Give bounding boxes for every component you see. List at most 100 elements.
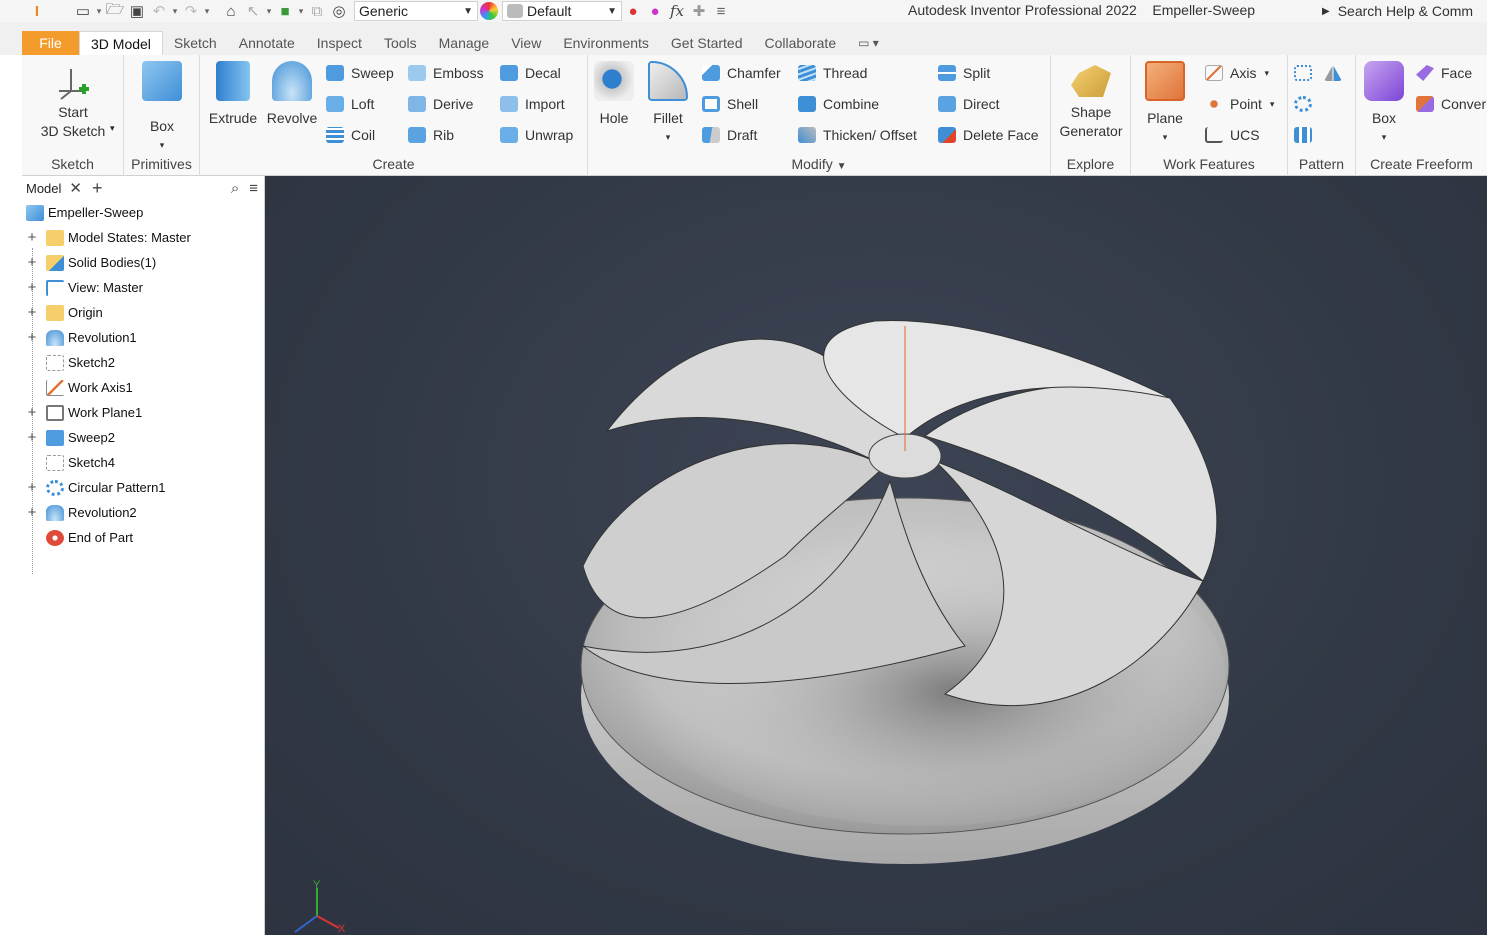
tree-node-model-states[interactable]: + Model States: Master — [22, 225, 264, 250]
tab-tools[interactable]: Tools — [373, 31, 428, 55]
redo-dropdown-icon[interactable]: ▾ — [202, 6, 212, 17]
view-triad[interactable]: Y X — [294, 879, 346, 935]
undo-dropdown-icon[interactable]: ▾ — [170, 6, 180, 17]
import-button[interactable]: Import — [500, 92, 565, 116]
new-file-icon[interactable]: ▭ — [72, 1, 94, 21]
tree-node-view[interactable]: + View: Master — [22, 275, 264, 300]
tree-node-end-of-part[interactable]: End of Part — [22, 525, 264, 550]
tab-manage[interactable]: Manage — [428, 31, 501, 55]
box-primitive-button[interactable]: Box ▾ — [140, 61, 184, 155]
ribbon-display-toggle-icon[interactable]: ▭ ▾ — [847, 31, 890, 55]
extrude-button[interactable]: Extrude — [206, 61, 260, 128]
panel-title-modify[interactable]: Modify ▼ — [588, 156, 1050, 172]
expand-icon[interactable]: + — [26, 304, 38, 321]
graphics-viewport[interactable]: Y X — [265, 176, 1487, 935]
update-dropdown-icon[interactable]: ▾ — [296, 6, 306, 17]
search-help-box[interactable]: ▶ Search Help & Comm — [1322, 1, 1487, 21]
plane-button[interactable]: Plane ▾ — [1139, 61, 1191, 147]
point-button[interactable]: Point ▾ — [1205, 92, 1274, 116]
tree-node-sweep2[interactable]: + Sweep2 — [22, 425, 264, 450]
thicken-offset-button[interactable]: Thicken/ Offset — [798, 123, 917, 147]
undo-icon[interactable]: ↶ — [148, 1, 170, 21]
tab-collaborate[interactable]: Collaborate — [754, 31, 848, 55]
save-icon[interactable]: ▣ — [126, 1, 148, 21]
expand-icon[interactable]: + — [26, 404, 38, 421]
circular-pattern-button[interactable] — [1294, 92, 1319, 116]
emboss-button[interactable]: Emboss — [408, 61, 484, 85]
impeller-model[interactable]: Y X — [265, 176, 1487, 935]
tab-environments[interactable]: Environments — [552, 31, 660, 55]
tree-node-sketch4[interactable]: Sketch4 — [22, 450, 264, 475]
expand-icon[interactable]: + — [26, 279, 38, 296]
direct-button[interactable]: Direct — [938, 92, 1000, 116]
decal-button[interactable]: Decal — [500, 61, 561, 85]
customize-qat-icon[interactable]: ≡ — [710, 1, 732, 21]
box-dropdown-icon[interactable]: ▾ — [160, 136, 165, 155]
combine-button[interactable]: Combine — [798, 92, 879, 116]
tree-node-revolution2[interactable]: + Revolution2 — [22, 500, 264, 525]
start-dropdown-icon[interactable]: ▾ — [110, 123, 115, 134]
add-icon[interactable]: ✚ — [688, 1, 710, 21]
expand-icon[interactable]: + — [26, 229, 38, 246]
tab-file[interactable]: File — [22, 31, 79, 55]
point-dropdown-icon[interactable]: ▾ — [1270, 99, 1275, 110]
tree-node-root[interactable]: Empeller-Sweep — [22, 200, 264, 225]
parameters-icon[interactable]: fx — [666, 1, 688, 21]
expand-icon[interactable]: + — [26, 504, 38, 521]
freeform-box-dropdown-icon[interactable]: ▾ — [1382, 128, 1387, 147]
sweep-button[interactable]: Sweep — [326, 61, 394, 85]
coil-button[interactable]: Coil — [326, 123, 375, 147]
derive-button[interactable]: Derive — [408, 92, 473, 116]
tree-node-work-axis1[interactable]: Work Axis1 — [22, 375, 264, 400]
clear-appearance-icon[interactable]: ● — [644, 1, 666, 21]
plane-dropdown-icon[interactable]: ▾ — [1163, 128, 1168, 147]
hole-button[interactable]: Hole — [592, 61, 636, 128]
fillet-button[interactable]: Fillet ▾ — [644, 61, 692, 147]
open-icon[interactable]: 🗁 — [104, 1, 126, 21]
tab-get-started[interactable]: Get Started — [660, 31, 754, 55]
tree-node-solid-bodies[interactable]: + Solid Bodies(1) — [22, 250, 264, 275]
shell-button[interactable]: Shell — [702, 92, 758, 116]
tab-inspect[interactable]: Inspect — [306, 31, 373, 55]
new-dropdown-icon[interactable]: ▾ — [94, 6, 104, 17]
freeform-face-button[interactable]: Face — [1416, 61, 1472, 85]
tree-node-sketch2[interactable]: Sketch2 — [22, 350, 264, 375]
add-browser-icon[interactable]: + — [92, 178, 103, 199]
inventor-logo-icon[interactable]: I — [26, 1, 48, 21]
chamfer-button[interactable]: Chamfer — [702, 61, 781, 85]
expand-icon[interactable]: + — [26, 429, 38, 446]
color-wheel-icon[interactable] — [480, 2, 498, 20]
split-button[interactable]: Split — [938, 61, 990, 85]
thread-button[interactable]: Thread — [798, 61, 867, 85]
fillet-dropdown-icon[interactable]: ▾ — [666, 128, 671, 147]
ucs-button[interactable]: UCS — [1205, 123, 1260, 147]
home-icon[interactable]: ⌂ — [220, 1, 242, 21]
mirror-button[interactable] — [1324, 61, 1349, 85]
tab-view[interactable]: View — [500, 31, 552, 55]
tree-node-circular-pattern1[interactable]: + Circular Pattern1 — [22, 475, 264, 500]
select-dropdown-icon[interactable]: ▾ — [264, 6, 274, 17]
properties-icon[interactable]: ⧉ — [306, 1, 328, 21]
expand-icon[interactable]: + — [26, 254, 38, 271]
delete-face-button[interactable]: Delete Face — [938, 123, 1038, 147]
search-icon[interactable]: ⌕ — [231, 180, 239, 197]
expand-icon[interactable]: + — [26, 329, 38, 346]
freeform-convert-button[interactable]: Conver — [1416, 92, 1486, 116]
redo-icon[interactable]: ↷ — [180, 1, 202, 21]
browser-tab-model[interactable]: Model — [26, 181, 61, 196]
tree-node-work-plane1[interactable]: + Work Plane1 — [22, 400, 264, 425]
loft-button[interactable]: Loft — [326, 92, 374, 116]
freeform-box-button[interactable]: Box ▾ — [1360, 61, 1408, 147]
draft-button[interactable]: Draft — [702, 123, 757, 147]
rectangular-pattern-button[interactable] — [1294, 61, 1319, 85]
select-icon[interactable]: ↖ — [242, 1, 264, 21]
adjust-appearance-icon[interactable]: ● — [622, 1, 644, 21]
appearance-select[interactable]: Default ▼ — [502, 1, 622, 21]
tab-annotate[interactable]: Annotate — [228, 31, 306, 55]
shape-generator-button[interactable]: Shape Generator — [1055, 61, 1127, 141]
menu-icon[interactable]: ≡ — [249, 180, 258, 197]
tab-3d-model[interactable]: 3D Model — [79, 31, 163, 55]
axis-dropdown-icon[interactable]: ▾ — [1264, 68, 1269, 79]
tree-node-origin[interactable]: + Origin — [22, 300, 264, 325]
rib-button[interactable]: Rib — [408, 123, 454, 147]
